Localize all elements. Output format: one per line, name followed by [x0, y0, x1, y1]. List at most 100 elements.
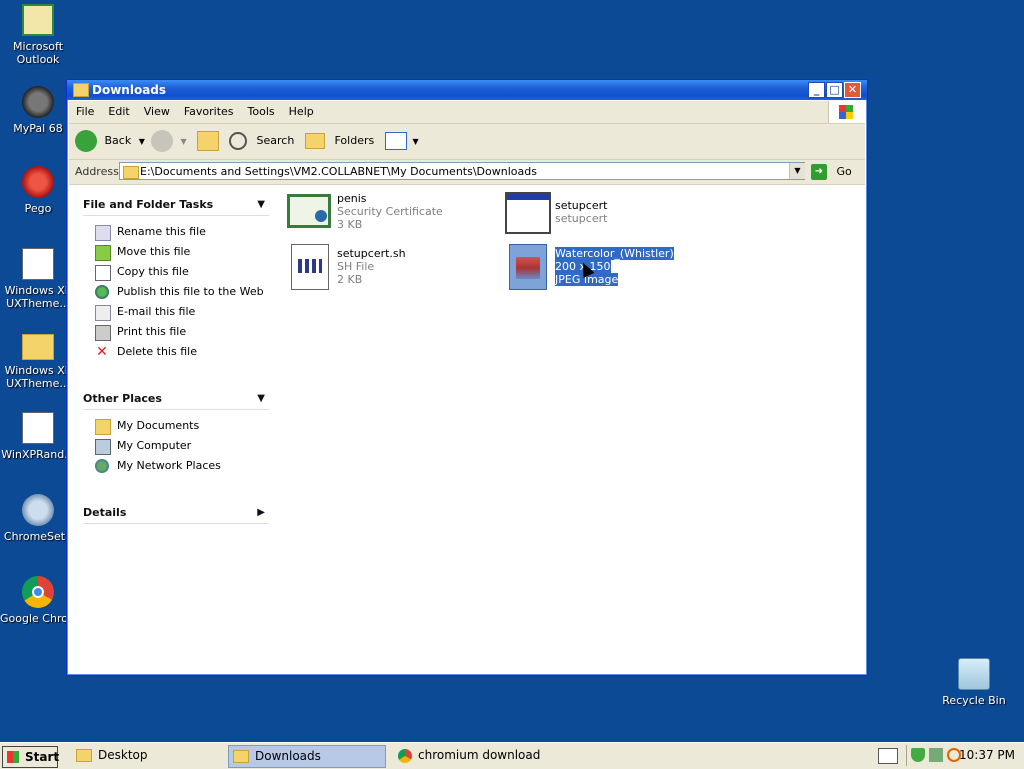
desktop-icon-outlook[interactable]: Microsoft Outlook [0, 4, 76, 66]
delete-icon: ✕ [96, 344, 108, 360]
task-label: Publish this file to the Web [117, 285, 264, 298]
desktop-icon-uxtheme-folder[interactable]: Windows XP UXTheme... [0, 330, 76, 390]
menu-file[interactable]: File [69, 101, 101, 123]
taskbar-button-desktop[interactable]: Desktop [72, 745, 220, 766]
desktop-icon-mypal[interactable]: MyPal 68 [0, 86, 76, 135]
publish-web-icon [95, 285, 109, 299]
desktop-icon-pego[interactable]: Pego [0, 166, 76, 215]
my-documents-icon [95, 419, 111, 435]
address-bar: Address E:\Documents and Settings\VM2.CO… [69, 160, 865, 185]
menu-bar: File Edit View Favorites Tools Help [69, 101, 865, 124]
place-label: My Computer [117, 439, 192, 452]
address-label: Address [75, 165, 119, 178]
folders-button[interactable]: Folders [305, 129, 374, 153]
file-name: setupcert.sh [337, 247, 406, 260]
email-icon [95, 305, 111, 321]
exe-icon [22, 248, 54, 280]
pego-icon [22, 166, 54, 198]
minimize-button[interactable]: _ [808, 82, 825, 98]
move-icon [95, 245, 111, 261]
details-header[interactable]: Details ▶ [83, 503, 269, 524]
collapse-icon: ▼ [257, 393, 265, 404]
address-input[interactable]: E:\Documents and Settings\VM2.COLLABNET\… [119, 162, 805, 180]
address-dropdown-button[interactable]: ▼ [789, 163, 805, 179]
search-button[interactable]: Search [229, 129, 294, 153]
go-button[interactable]: ➜ Go [811, 162, 852, 182]
taskbar-button-chromium[interactable]: chromium download - ... [394, 745, 544, 766]
folder-icon [73, 83, 89, 97]
desktop-icon-label: Microsoft Outlook [12, 40, 64, 66]
details-title: Details [83, 506, 127, 519]
search-label: Search [256, 134, 295, 147]
desktop-icon-chrome[interactable]: Google Chrom [0, 576, 76, 625]
windows-flag-icon [828, 101, 865, 123]
task-pane: File and Folder Tasks ▼ Rename this file… [69, 185, 275, 673]
go-label: Go [836, 165, 852, 178]
chevron-down-icon: ▼ [138, 137, 145, 146]
exe-icon [22, 412, 54, 444]
task-label: Move this file [117, 245, 191, 258]
title-bar[interactable]: Downloads _ □ ✕ [67, 80, 867, 100]
chrome-icon [398, 748, 412, 763]
network-icon[interactable] [929, 748, 943, 762]
menu-view[interactable]: View [137, 101, 177, 123]
recycle-bin-icon [958, 658, 990, 690]
certificate-icon [285, 192, 333, 240]
menu-edit[interactable]: Edit [101, 101, 136, 123]
back-arrow-icon [75, 130, 97, 152]
network-places-icon [95, 459, 109, 473]
system-tray: 10:37 PM [906, 745, 1023, 766]
desktop: Microsoft Outlook MyPal 68 Pego Windows … [0, 0, 1024, 742]
place-label: My Documents [117, 419, 200, 432]
start-label: Start [25, 750, 60, 764]
close-button[interactable]: ✕ [844, 82, 861, 98]
file-tasks-header[interactable]: File and Folder Tasks ▼ [83, 195, 269, 216]
maximize-button[interactable]: □ [826, 82, 843, 98]
menu-favorites[interactable]: Favorites [177, 101, 241, 123]
up-folder-icon [197, 131, 219, 151]
script-file-icon [285, 244, 333, 292]
my-computer-icon [95, 439, 111, 455]
desktop-icon-label: ChromeSetu [3, 530, 73, 543]
other-places-title: Other Places [83, 392, 162, 405]
menu-tools[interactable]: Tools [241, 101, 282, 123]
desktop-icon-recycle-bin[interactable]: Recycle Bin [936, 658, 1012, 707]
file-name: penis [337, 192, 367, 205]
rename-icon [95, 225, 111, 241]
security-shield-icon[interactable] [911, 748, 925, 762]
desktop-icon-uxtheme-exe[interactable]: Windows XP UXTheme... [0, 248, 76, 310]
task-label: Print this file [117, 325, 187, 338]
desktop-icon-label: WinXPRand... [1, 448, 75, 461]
taskbar-button-label: Desktop [98, 748, 148, 762]
search-icon [229, 132, 247, 150]
up-folder-button[interactable] [197, 129, 219, 153]
menu-help[interactable]: Help [282, 101, 321, 123]
desktop-icon-label: Pego [24, 202, 52, 215]
print-icon [95, 325, 111, 341]
forward-arrow-icon [151, 130, 173, 152]
views-button[interactable]: ▼ [385, 129, 419, 153]
window-title: Downloads [92, 83, 167, 97]
folder-icon [76, 749, 92, 762]
file-size: 3 KB [337, 218, 363, 231]
folders-icon [305, 133, 325, 149]
task-label: Delete this file [117, 345, 197, 358]
desktop-icon-label: MyPal 68 [13, 122, 63, 135]
desktop-icon-winxprand[interactable]: WinXPRand... [0, 412, 76, 461]
explorer-window: Downloads _ □ ✕ File Edit View Favorites Too… [66, 79, 868, 676]
start-button[interactable]: Start [2, 746, 60, 768]
task-label: Copy this file [117, 265, 189, 278]
back-button[interactable]: Back ▼ [75, 129, 145, 153]
file-type: Security Certificate [337, 205, 443, 218]
taskbar-button-downloads[interactable]: Downloads [228, 745, 386, 768]
keyboard-icon[interactable] [878, 748, 898, 764]
collapse-icon: ▼ [257, 199, 265, 210]
forward-button[interactable]: ▼ [151, 129, 187, 153]
mypal-icon [22, 86, 54, 118]
toolbar: Back ▼ ▼ Search Folders ▼ [69, 124, 865, 160]
address-value: E:\Documents and Settings\VM2.COLLABNET\… [140, 165, 537, 178]
place-label: My Network Places [117, 459, 221, 472]
task-label: E-mail this file [117, 305, 196, 318]
desktop-icon-chromesetup[interactable]: ChromeSetu [0, 494, 76, 543]
other-places-header[interactable]: Other Places ▼ [83, 389, 269, 410]
